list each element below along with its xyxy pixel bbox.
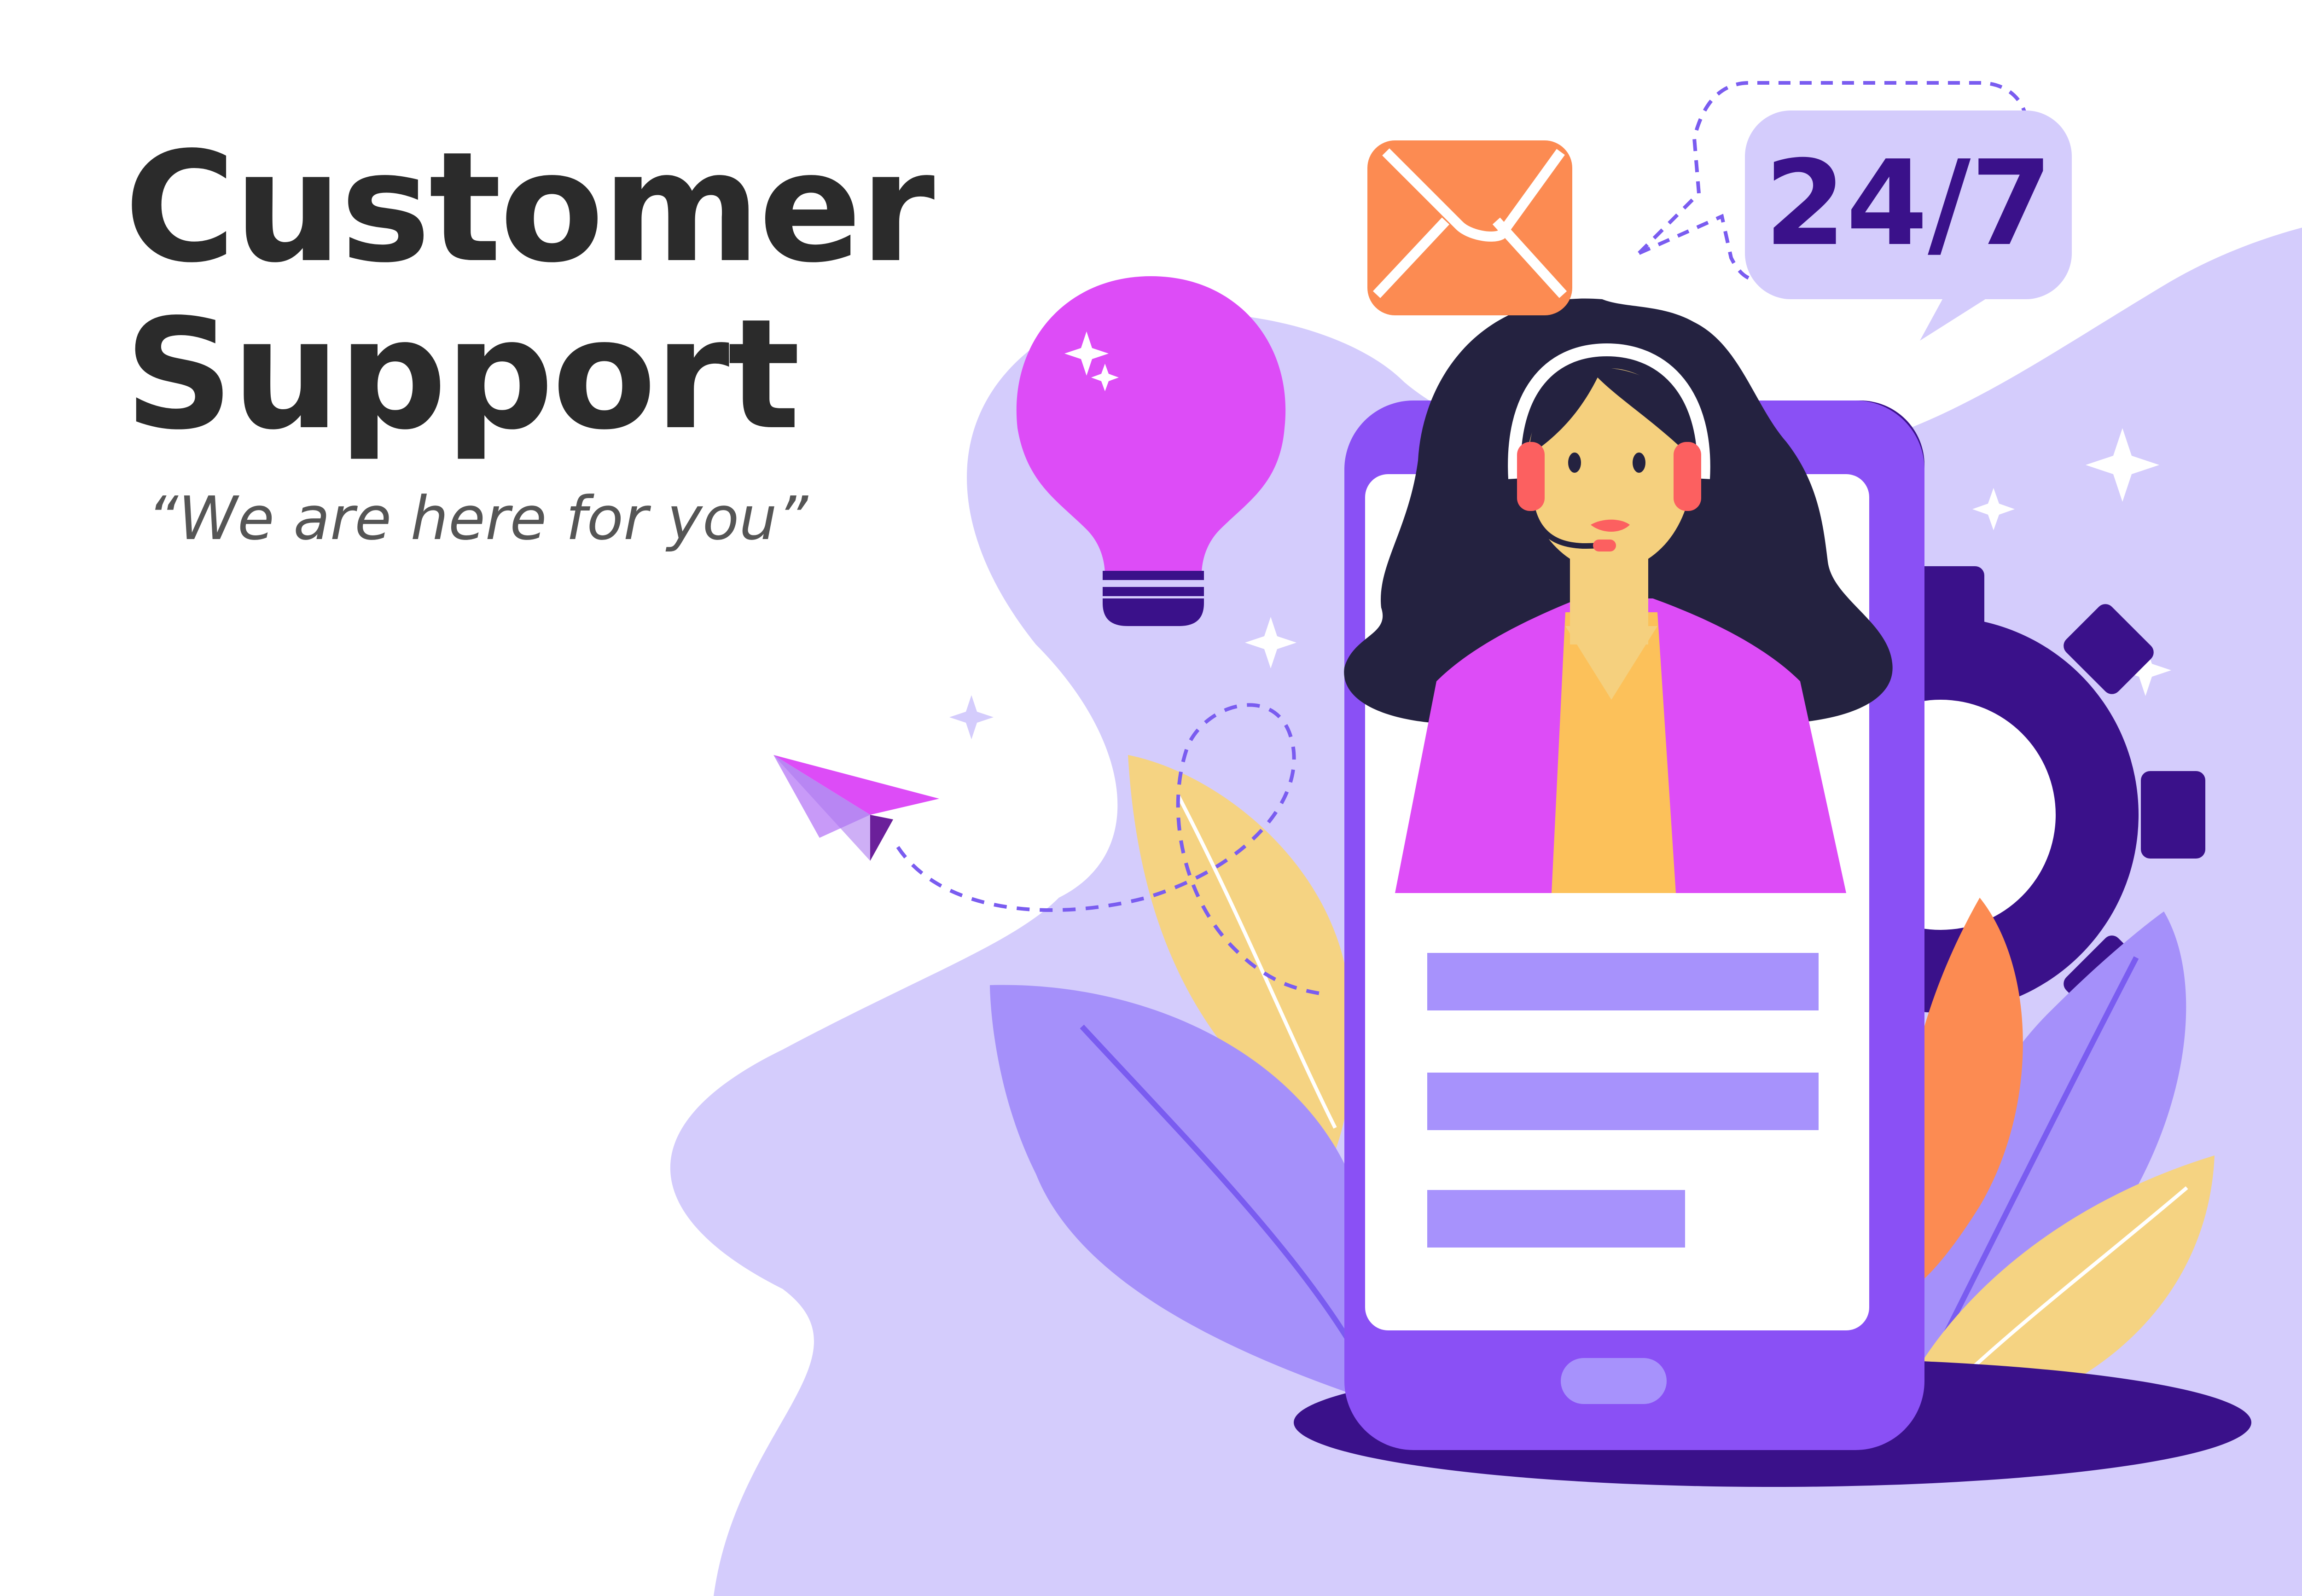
tagline: “We are here for you” xyxy=(147,483,808,553)
title-line-2: Support xyxy=(124,286,800,463)
page-title: Customer Support xyxy=(124,119,935,463)
paper-plane-icon xyxy=(773,755,939,861)
form-bar xyxy=(1427,1190,1685,1248)
form-bar xyxy=(1427,953,1819,1010)
title-line-1: Customer xyxy=(124,119,935,296)
speech-bubble-icon: 24/7 xyxy=(1638,81,2072,341)
support-agent xyxy=(1344,298,1893,893)
form-bar xyxy=(1427,1073,1819,1130)
envelope-icon xyxy=(1367,140,1572,315)
phone-home-button xyxy=(1561,1358,1667,1404)
availability-badge-text: 24/7 xyxy=(1764,135,2052,272)
sparkle-icon-lilac xyxy=(949,695,994,739)
